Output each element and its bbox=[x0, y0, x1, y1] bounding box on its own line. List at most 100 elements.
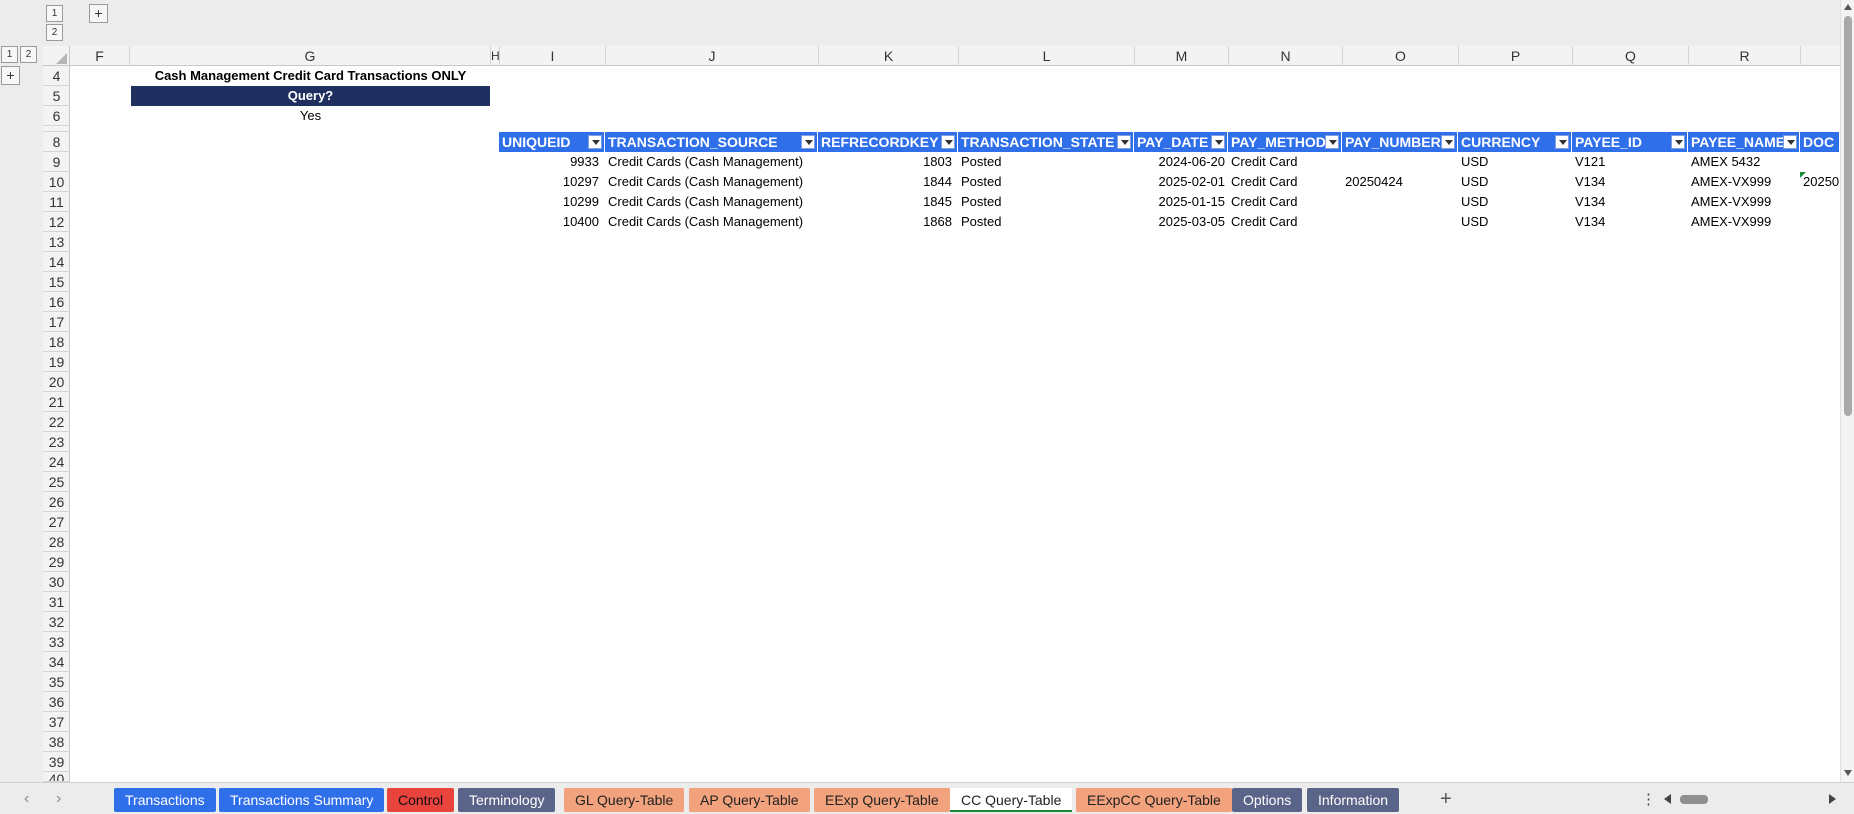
table-cell-uniqueid[interactable]: 9933 bbox=[499, 152, 605, 172]
table-header-cell[interactable]: DOC bbox=[1800, 132, 1840, 152]
filter-dropdown-button[interactable] bbox=[941, 135, 955, 149]
column-header-M[interactable]: M bbox=[1135, 46, 1229, 66]
query-label-cell[interactable]: Query? bbox=[131, 86, 490, 106]
column-header-K[interactable]: K bbox=[819, 46, 959, 66]
sheet-tab-cc-query-table[interactable]: CC Query-Table bbox=[950, 788, 1073, 812]
scroll-left-icon[interactable] bbox=[1664, 794, 1671, 804]
row-header[interactable]: 35 bbox=[43, 672, 70, 692]
column-header-P[interactable]: P bbox=[1459, 46, 1573, 66]
row-header[interactable]: 9 bbox=[43, 152, 70, 172]
row-header[interactable]: 31 bbox=[43, 592, 70, 612]
row-header[interactable]: 33 bbox=[43, 632, 70, 652]
row-header[interactable]: 11 bbox=[43, 192, 70, 212]
table-cell-payee-name[interactable]: AMEX-VX999 bbox=[1688, 192, 1800, 212]
column-group-expand-button[interactable]: + bbox=[89, 4, 108, 23]
column-header-O[interactable]: O bbox=[1343, 46, 1459, 66]
row-group-expand-button[interactable]: + bbox=[1, 66, 20, 85]
table-cell-refrecordkey[interactable]: 1803 bbox=[818, 152, 958, 172]
table-cell-pay-date[interactable]: 2025-01-15 bbox=[1134, 192, 1228, 212]
table-header-cell[interactable]: PAY_METHOD bbox=[1228, 132, 1342, 152]
table-cell-transaction-source[interactable]: Credit Cards (Cash Management) bbox=[605, 172, 818, 192]
row-header[interactable]: 29 bbox=[43, 552, 70, 572]
horizontal-scroll-thumb[interactable] bbox=[1680, 795, 1708, 804]
row-header[interactable]: 40 bbox=[43, 772, 70, 782]
table-cell-pay-method[interactable]: Credit Card bbox=[1228, 172, 1342, 192]
table-header-cell[interactable]: UNIQUEID bbox=[499, 132, 605, 152]
table-cell-payee-name[interactable]: AMEX 5432 bbox=[1688, 152, 1800, 172]
table-cell-transaction-source[interactable]: Credit Cards (Cash Management) bbox=[605, 192, 818, 212]
table-cell-refrecordkey[interactable]: 1844 bbox=[818, 172, 958, 192]
filter-dropdown-button[interactable] bbox=[801, 135, 815, 149]
row-header[interactable]: 19 bbox=[43, 352, 70, 372]
row-header[interactable]: 34 bbox=[43, 652, 70, 672]
row-header[interactable]: 16 bbox=[43, 292, 70, 312]
table-cell-uniqueid[interactable]: 10299 bbox=[499, 192, 605, 212]
table-cell-pay-method[interactable]: Credit Card bbox=[1228, 152, 1342, 172]
row-outline-level-1-button[interactable]: 1 bbox=[1, 46, 18, 63]
sheet-tab-transactions[interactable]: Transactions bbox=[114, 788, 216, 812]
row-header[interactable]: 39 bbox=[43, 752, 70, 772]
row-header[interactable]: 37 bbox=[43, 712, 70, 732]
table-cell-doc[interactable] bbox=[1800, 212, 1840, 232]
table-cell-transaction-state[interactable]: Posted bbox=[958, 212, 1134, 232]
table-cell-pay-number[interactable] bbox=[1342, 212, 1458, 232]
row-header[interactable]: 22 bbox=[43, 412, 70, 432]
row-header[interactable]: 4 bbox=[43, 66, 70, 86]
column-header-G[interactable]: G bbox=[130, 46, 491, 66]
next-sheet-icon[interactable]: › bbox=[56, 790, 61, 808]
table-cell-pay-number[interactable] bbox=[1342, 192, 1458, 212]
table-cell-refrecordkey[interactable]: 1845 bbox=[818, 192, 958, 212]
table-cell-uniqueid[interactable]: 10400 bbox=[499, 212, 605, 232]
prev-sheet-icon[interactable]: ‹ bbox=[24, 790, 29, 808]
sheet-tab-options[interactable]: Options bbox=[1232, 788, 1303, 812]
row-header[interactable]: 20 bbox=[43, 372, 70, 392]
sheet-tab-terminology[interactable]: Terminology bbox=[458, 788, 556, 812]
sheet-tab-transactions-summary[interactable]: Transactions Summary bbox=[219, 788, 385, 812]
column-header-R[interactable]: R bbox=[1689, 46, 1801, 66]
table-header-cell[interactable]: PAY_DATE bbox=[1134, 132, 1228, 152]
table-cell-currency[interactable]: USD bbox=[1458, 212, 1572, 232]
table-cell-transaction-state[interactable]: Posted bbox=[958, 172, 1134, 192]
filter-dropdown-button[interactable] bbox=[1783, 135, 1797, 149]
row-header[interactable]: 30 bbox=[43, 572, 70, 592]
table-cell-transaction-state[interactable]: Posted bbox=[958, 192, 1134, 212]
vertical-scroll-thumb[interactable] bbox=[1844, 16, 1852, 416]
scroll-up-icon[interactable] bbox=[1844, 4, 1852, 10]
row-header[interactable]: 10 bbox=[43, 172, 70, 192]
row-header[interactable]: 14 bbox=[43, 252, 70, 272]
row-header[interactable]: 17 bbox=[43, 312, 70, 332]
row-header[interactable]: 13 bbox=[43, 232, 70, 252]
table-cell-transaction-state[interactable]: Posted bbox=[958, 152, 1134, 172]
table-header-cell[interactable]: TRANSACTION_SOURCE bbox=[605, 132, 818, 152]
scroll-right-icon[interactable] bbox=[1829, 794, 1836, 804]
filter-dropdown-button[interactable] bbox=[1211, 135, 1225, 149]
table-cell-pay-number[interactable] bbox=[1342, 152, 1458, 172]
column-header-H[interactable]: H bbox=[491, 46, 500, 66]
add-sheet-icon[interactable]: + bbox=[1440, 788, 1452, 811]
table-cell-transaction-source[interactable]: Credit Cards (Cash Management) bbox=[605, 152, 818, 172]
row-header[interactable]: 26 bbox=[43, 492, 70, 512]
table-header-cell[interactable]: CURRENCY bbox=[1458, 132, 1572, 152]
table-cell-currency[interactable]: USD bbox=[1458, 152, 1572, 172]
table-header-cell[interactable]: PAY_NUMBER bbox=[1342, 132, 1458, 152]
table-cell-pay-method[interactable]: Credit Card bbox=[1228, 212, 1342, 232]
column-header-F[interactable]: F bbox=[70, 46, 130, 66]
filter-dropdown-button[interactable] bbox=[588, 135, 602, 149]
row-header[interactable]: 28 bbox=[43, 532, 70, 552]
table-cell-refrecordkey[interactable]: 1868 bbox=[818, 212, 958, 232]
column-header-N[interactable]: N bbox=[1229, 46, 1343, 66]
sheet-tab-information[interactable]: Information bbox=[1307, 788, 1400, 812]
row-outline-level-2-button[interactable]: 2 bbox=[20, 46, 37, 63]
filter-dropdown-button[interactable] bbox=[1325, 135, 1339, 149]
more-options-icon[interactable]: ⋮ bbox=[1641, 790, 1656, 808]
vertical-scrollbar[interactable] bbox=[1840, 0, 1854, 782]
table-cell-doc[interactable] bbox=[1800, 192, 1840, 212]
table-cell-pay-date[interactable]: 2024-06-20 bbox=[1134, 152, 1228, 172]
filter-dropdown-button[interactable] bbox=[1117, 135, 1131, 149]
table-header-cell[interactable]: PAYEE_ID bbox=[1572, 132, 1688, 152]
row-header[interactable]: 12 bbox=[43, 212, 70, 232]
table-cell-payee-id[interactable]: V134 bbox=[1572, 212, 1688, 232]
row-header[interactable]: 25 bbox=[43, 472, 70, 492]
row-header[interactable]: 23 bbox=[43, 432, 70, 452]
sheet-tab-control[interactable]: Control bbox=[387, 788, 455, 812]
